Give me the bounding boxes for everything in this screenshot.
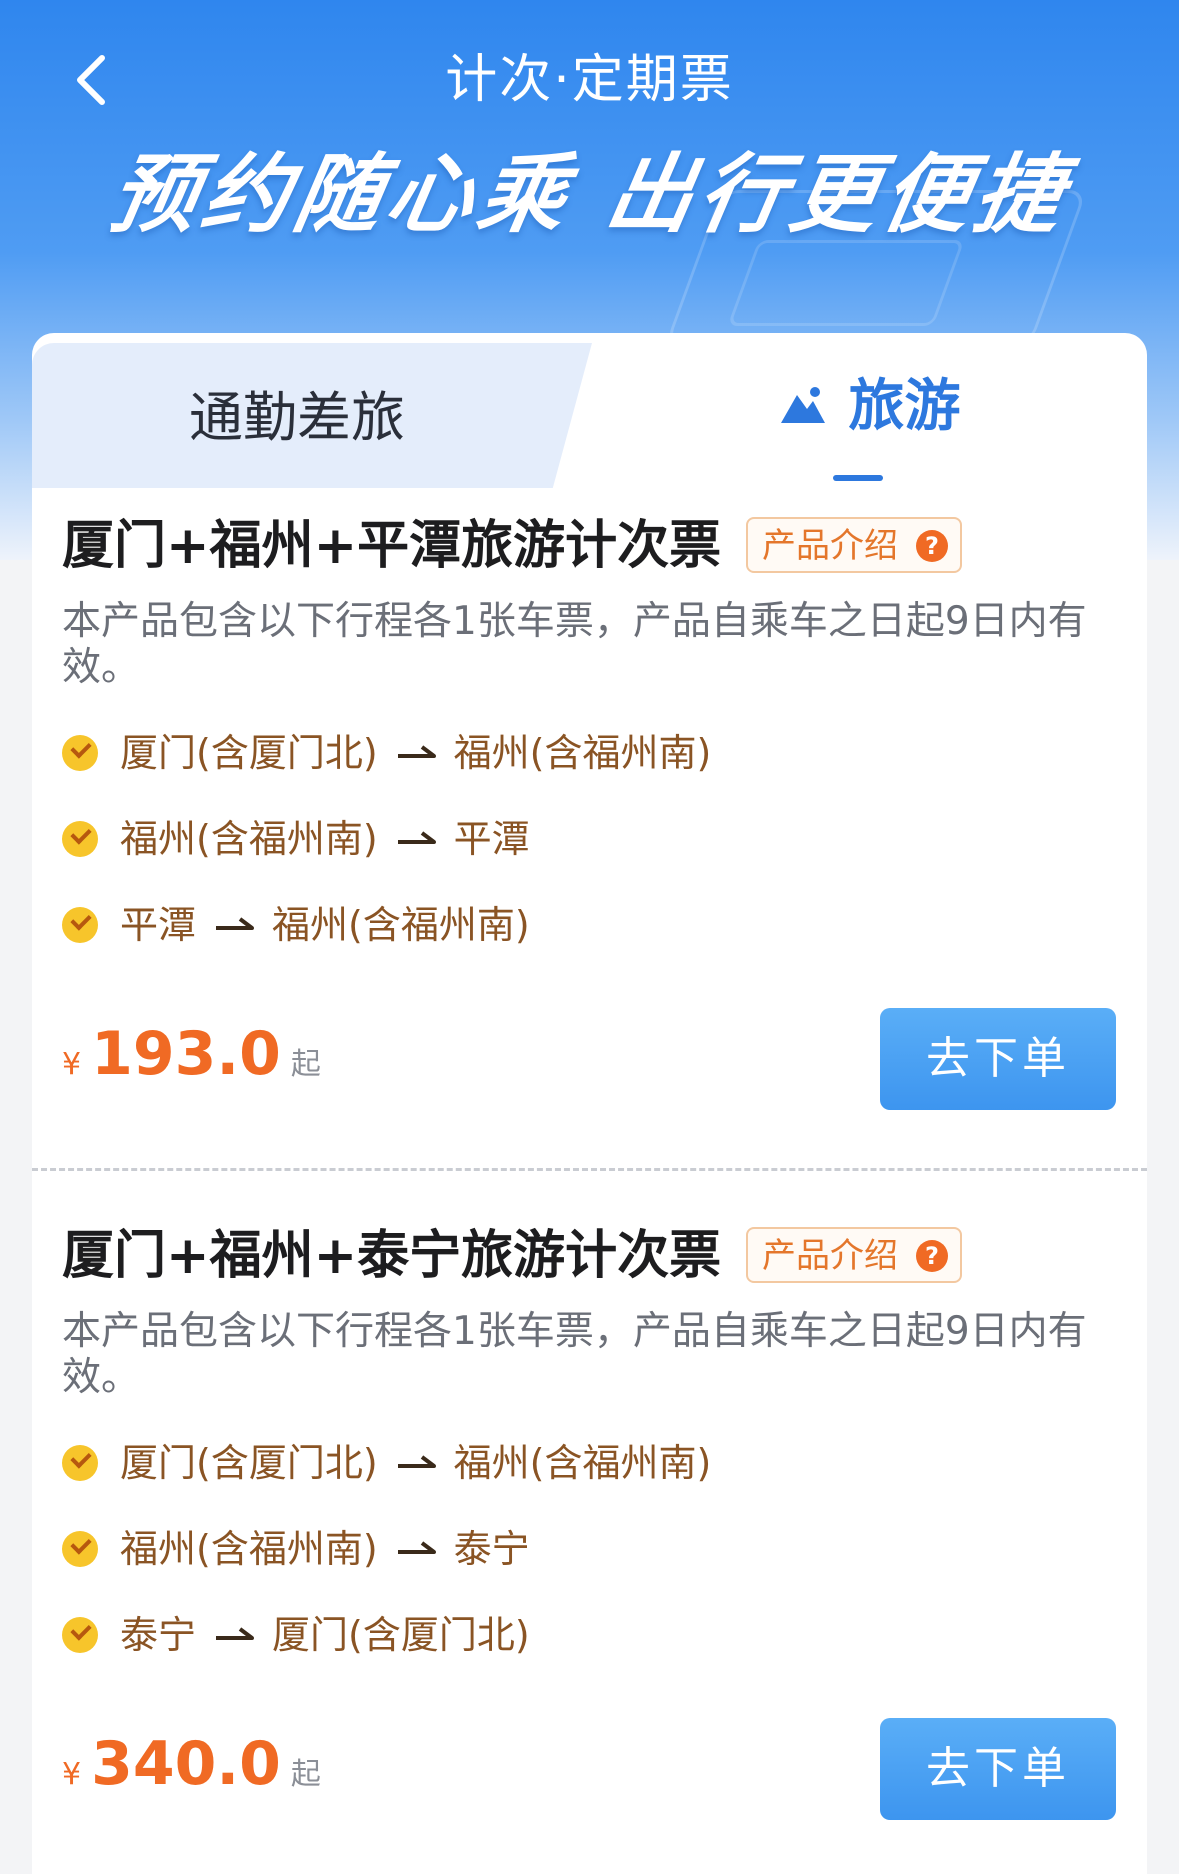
question-icon: ? (916, 1240, 948, 1272)
product-item: 厦门+福州+平潭旅游计次票 产品介绍 ? 本产品包含以下行程各1张车票，产品自乘… (32, 511, 1147, 1131)
check-icon (62, 1444, 98, 1481)
station-illustration-detail (727, 240, 965, 326)
product-intro-button[interactable]: 产品介绍 ? (746, 517, 962, 573)
route-to: 福州(含福州南) (453, 1441, 712, 1485)
arrow-right-icon (397, 830, 436, 844)
product-item: 厦门+福州+泰宁旅游计次票 产品介绍 ? 本产品包含以下行程各1张车票，产品自乘… (32, 1221, 1147, 1841)
hero-slogan: 预约随心乘 出行更便捷 (102, 145, 1077, 245)
mountain-icon (780, 386, 825, 423)
tab-travel-label: 旅游 (848, 374, 961, 439)
route-from: 泰宁 (120, 1613, 197, 1657)
price-suffix: 起 (290, 1047, 321, 1082)
route-item: 厦门(含厦门北) 福州(含福州南) (62, 1438, 711, 1488)
tab-active-indicator (833, 475, 883, 481)
route-item: 泰宁 厦门(含厦门北) (62, 1610, 530, 1660)
dashed-divider (32, 1168, 1147, 1171)
route-item: 福州(含福州南) 平潭 (62, 814, 530, 864)
product-title: 厦门+福州+平潭旅游计次票 (62, 516, 722, 576)
arrow-right-icon (216, 1626, 255, 1640)
tab-travel[interactable]: 旅游 (592, 333, 1147, 481)
arrow-right-icon (216, 916, 255, 930)
price-value: 193.0 (91, 1019, 281, 1089)
product-intro-label: 产品介绍 (762, 526, 898, 566)
route-to: 厦门(含厦门北) (272, 1613, 530, 1657)
order-button[interactable]: 去下单 (880, 1718, 1116, 1820)
route-from: 厦门(含厦门北) (120, 1441, 378, 1485)
page-title: 计次·定期票 (445, 50, 734, 110)
route-item: 福州(含福州南) 泰宁 (62, 1524, 530, 1574)
check-icon (62, 1616, 98, 1653)
price-value: 340.0 (91, 1729, 281, 1799)
tab-commute[interactable]: 通勤差旅 (32, 343, 592, 488)
product-title: 厦门+福州+泰宁旅游计次票 (62, 1226, 722, 1286)
arrow-right-icon (397, 1454, 436, 1468)
route-item: 平潭 福州(含福州南) (62, 900, 530, 950)
route-to: 泰宁 (453, 1527, 530, 1571)
price-row: ¥340.0 起 (62, 1729, 321, 1809)
currency-symbol: ¥ (62, 1757, 82, 1792)
route-to: 福州(含福州南) (453, 731, 712, 775)
check-icon (62, 734, 98, 771)
route-to: 平潭 (453, 817, 530, 861)
product-intro-button[interactable]: 产品介绍 ? (746, 1227, 962, 1283)
route-from: 平潭 (120, 903, 197, 947)
currency-symbol: ¥ (62, 1047, 82, 1082)
check-icon (62, 820, 98, 857)
tab-commute-label: 通勤差旅 (189, 386, 405, 449)
route-to: 福州(含福州南) (272, 903, 530, 947)
price-row: ¥193.0 起 (62, 1019, 321, 1099)
route-from: 福州(含福州南) (120, 1527, 378, 1571)
arrow-right-icon (397, 744, 436, 758)
order-button[interactable]: 去下单 (880, 1008, 1116, 1110)
check-icon (62, 906, 98, 943)
price-suffix: 起 (290, 1757, 321, 1792)
product-card: 通勤差旅 旅游 厦门+福州+平潭旅游计次票 产品介绍 ? 本产品包含以下行程各1… (32, 333, 1147, 1874)
route-item: 厦门(含厦门北) 福州(含福州南) (62, 728, 711, 778)
product-description: 本产品包含以下行程各1张车票，产品自乘车之日起9日内有效。 (62, 599, 1087, 690)
arrow-right-icon (397, 1540, 436, 1554)
product-intro-label: 产品介绍 (762, 1236, 898, 1276)
check-icon (62, 1530, 98, 1567)
route-from: 福州(含福州南) (120, 817, 378, 861)
route-from: 厦门(含厦门北) (120, 731, 378, 775)
question-icon: ? (916, 530, 948, 562)
product-description: 本产品包含以下行程各1张车票，产品自乘车之日起9日内有效。 (62, 1309, 1087, 1400)
